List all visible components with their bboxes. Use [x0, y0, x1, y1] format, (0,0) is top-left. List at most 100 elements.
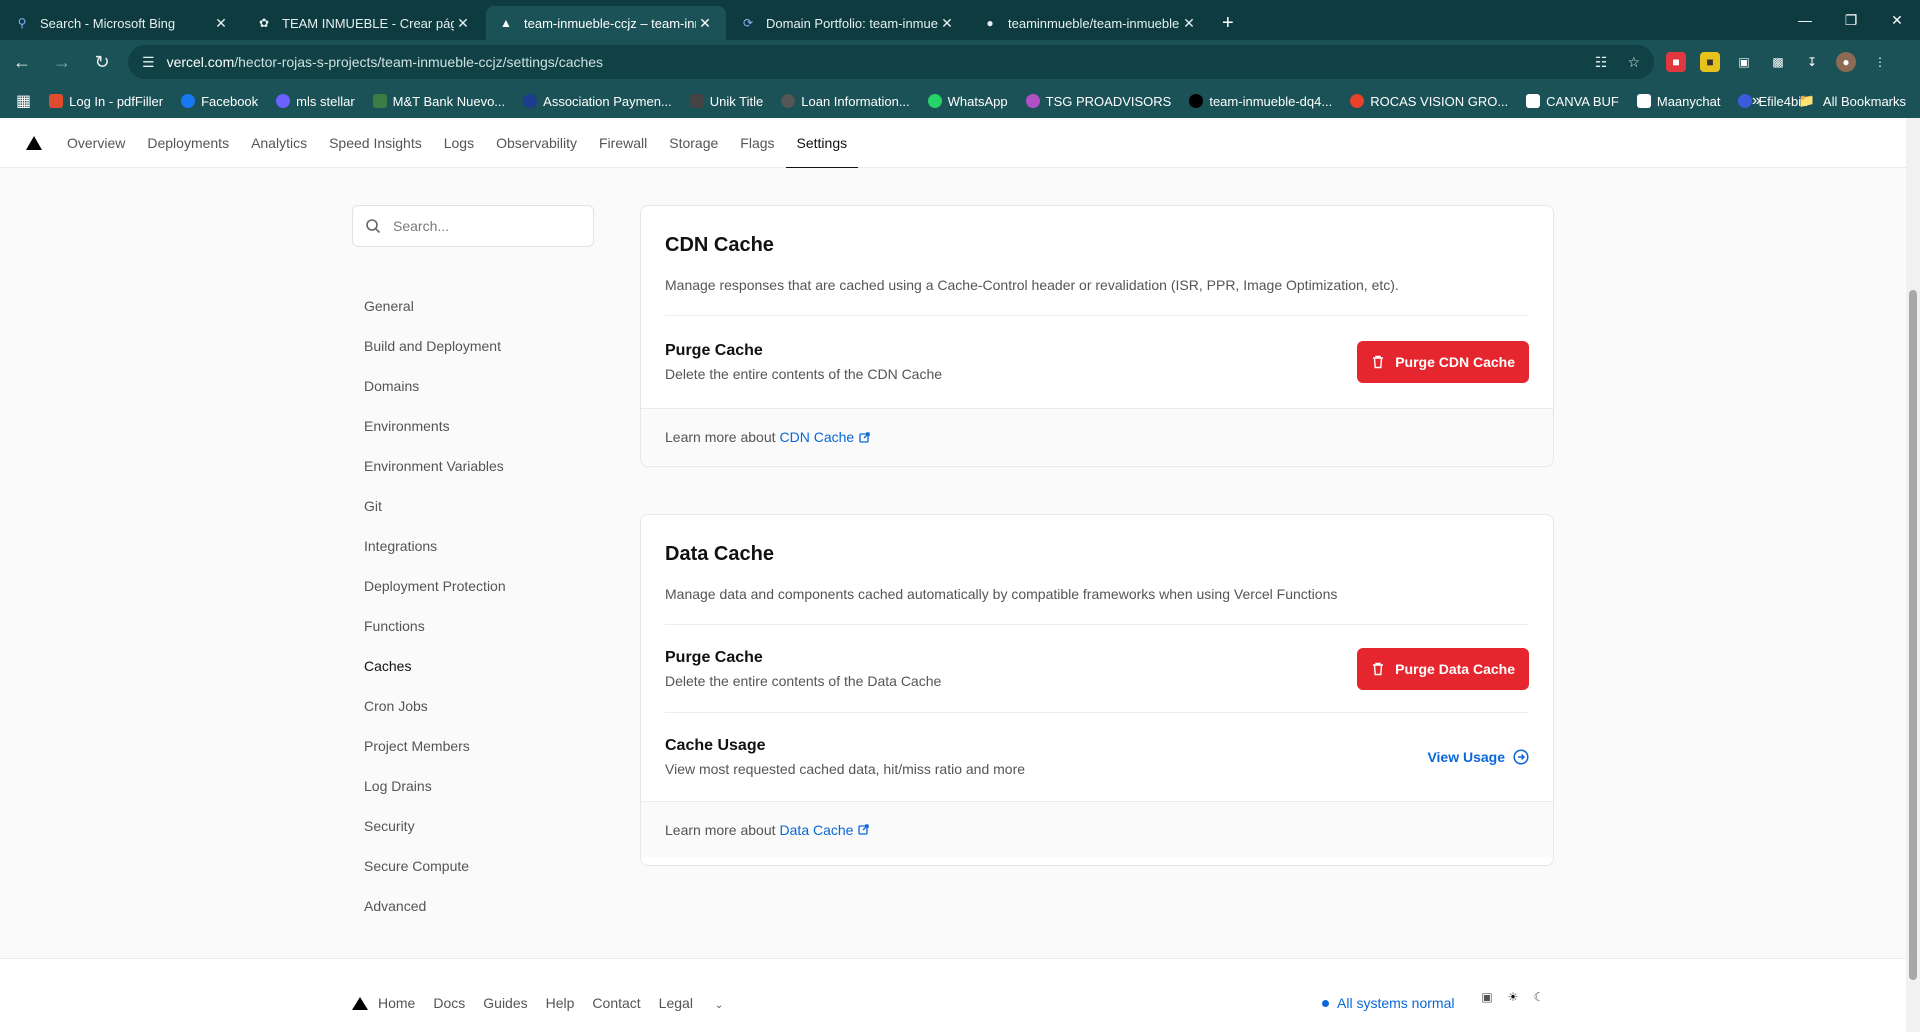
- sidebar-item-environments[interactable]: Environments: [364, 406, 506, 446]
- view-usage-link[interactable]: View Usage: [1427, 749, 1529, 765]
- tab-bing[interactable]: ⚲ Search - Microsoft Bing ✕: [2, 6, 242, 40]
- menu-kebab-icon[interactable]: ⋮: [1870, 52, 1890, 72]
- tab-chatgpt[interactable]: ✿ TEAM INMUEBLE - Crear página ✕: [244, 6, 484, 40]
- site-info-icon[interactable]: ☰: [142, 54, 155, 71]
- light-theme-icon[interactable]: ☀: [1504, 988, 1522, 1006]
- close-icon[interactable]: ✕: [696, 15, 714, 32]
- efile-icon: [1738, 94, 1753, 108]
- bookmark-item[interactable]: Unik Title: [689, 93, 764, 109]
- address-bar[interactable]: ☰ vercel.com /hector-rojas-s-projects/te…: [128, 45, 1654, 79]
- more-bookmarks-icon[interactable]: »: [1752, 92, 1761, 110]
- purge-data-cache-button[interactable]: Purge Data Cache: [1357, 647, 1529, 690]
- vercel-footer-logo-icon[interactable]: [352, 996, 368, 1010]
- bookmark-item[interactable]: team-inmueble-dq4...: [1189, 94, 1332, 109]
- data-cache-docs-link[interactable]: Data Cache: [780, 822, 870, 838]
- purge-cdn-cache-button[interactable]: Purge CDN Cache: [1357, 341, 1529, 383]
- avatar[interactable]: ●: [1836, 52, 1856, 72]
- sidebar-item-project-members[interactable]: Project Members: [364, 726, 506, 766]
- github-icon: ●: [986, 16, 994, 30]
- sidebar-item-cron-jobs[interactable]: Cron Jobs: [364, 686, 506, 726]
- footer-link-docs[interactable]: Docs: [433, 995, 465, 1011]
- tab-speed-insights[interactable]: Speed Insights: [318, 118, 433, 168]
- cdn-cache-docs-link[interactable]: CDN Cache: [780, 429, 871, 445]
- reload-icon[interactable]: ↻: [84, 44, 120, 80]
- close-icon[interactable]: ✕: [938, 15, 956, 32]
- tab-overview[interactable]: Overview: [56, 118, 136, 168]
- download-icon[interactable]: ↧: [1802, 52, 1822, 72]
- tab-logs[interactable]: Logs: [433, 118, 485, 168]
- tab-domain-portfolio[interactable]: ⟳ Domain Portfolio: team-inmueble ✕: [728, 6, 968, 40]
- bookmark-item[interactable]: Maanychat: [1636, 94, 1720, 109]
- tab-storage[interactable]: Storage: [658, 118, 729, 168]
- card-description: Manage responses that are cached using a…: [665, 277, 1399, 293]
- bookmark-label: M&T Bank Nuevo...: [392, 93, 506, 109]
- legal-dropdown[interactable]: Legal ⌄: [659, 995, 742, 1011]
- bookmark-item[interactable]: Log In - pdfFiller: [49, 94, 163, 109]
- footer-link-contact[interactable]: Contact: [592, 995, 640, 1011]
- system-status-link[interactable]: All systems normal: [1322, 995, 1454, 1011]
- extensions-puzzle-icon[interactable]: ▣: [1734, 52, 1754, 72]
- footer-link-guides[interactable]: Guides: [483, 995, 527, 1011]
- restore-icon[interactable]: ❐: [1828, 0, 1874, 40]
- data-cache-card: Data Cache Manage data and components ca…: [640, 514, 1554, 866]
- page-scrollbar[interactable]: [1906, 118, 1920, 1032]
- openai-icon: ✿: [258, 16, 270, 30]
- bookmark-item[interactable]: M&T Bank Nuevo...: [372, 93, 506, 109]
- bookmark-item[interactable]: Facebook: [181, 94, 258, 109]
- footer-link-help[interactable]: Help: [546, 995, 575, 1011]
- sidebar-item-advanced[interactable]: Advanced: [364, 886, 506, 926]
- close-window-icon[interactable]: ✕: [1874, 0, 1920, 40]
- tab-analytics[interactable]: Analytics: [240, 118, 318, 168]
- tab-deployments[interactable]: Deployments: [136, 118, 240, 168]
- tab-vercel[interactable]: ▲ team-inmueble-ccjz – team-inmueble ✕: [486, 6, 726, 40]
- bookmark-item[interactable]: TSG PROADVISORS: [1025, 94, 1171, 109]
- sidebar-item-deployment-protection[interactable]: Deployment Protection: [364, 566, 506, 606]
- tab-flags[interactable]: Flags: [729, 118, 785, 168]
- extension-red-icon[interactable]: ■: [1666, 52, 1686, 72]
- vercel-logo-icon[interactable]: [26, 135, 42, 150]
- tab-settings[interactable]: Settings: [785, 118, 859, 169]
- rocas-icon: [1350, 94, 1365, 108]
- new-tab-button[interactable]: +: [1210, 6, 1246, 40]
- sidebar-item-functions[interactable]: Functions: [364, 606, 506, 646]
- sidebar-item-environment-variables[interactable]: Environment Variables: [364, 446, 506, 486]
- tab-github[interactable]: ● teaminmueble/team-inmueble ✕: [970, 6, 1210, 40]
- sidebar-item-security[interactable]: Security: [364, 806, 506, 846]
- bookmark-star-icon[interactable]: ☆: [1627, 54, 1640, 71]
- settings-search[interactable]: [352, 205, 594, 247]
- system-theme-icon[interactable]: ▣: [1478, 988, 1496, 1006]
- apps-grid-icon[interactable]: ▦: [16, 91, 31, 111]
- bookmark-item[interactable]: ROCAS VISION GRO...: [1350, 94, 1508, 109]
- sidebar-item-git[interactable]: Git: [364, 486, 506, 526]
- sidebar-item-caches[interactable]: Caches: [364, 646, 506, 686]
- bookmark-item[interactable]: Loan Information...: [781, 94, 910, 109]
- sidebar-item-integrations[interactable]: Integrations: [364, 526, 506, 566]
- close-icon[interactable]: ✕: [1180, 15, 1198, 32]
- bookmark-item[interactable]: CANVA BUF: [1526, 94, 1619, 109]
- translate-icon[interactable]: ☷: [1595, 54, 1608, 71]
- sidebar-item-general[interactable]: General: [364, 286, 506, 326]
- sidebar-item-log-drains[interactable]: Log Drains: [364, 766, 506, 806]
- forward-icon[interactable]: →: [44, 44, 80, 80]
- tab-observability[interactable]: Observability: [485, 118, 588, 168]
- minimize-icon[interactable]: —: [1782, 0, 1828, 40]
- close-icon[interactable]: ✕: [212, 15, 230, 32]
- status-dot-icon: [1322, 999, 1329, 1007]
- sidebar-item-secure-compute[interactable]: Secure Compute: [364, 846, 506, 886]
- tab-search-icon[interactable]: ▩: [1768, 52, 1788, 72]
- bookmark-item[interactable]: mls stellar: [276, 94, 355, 109]
- scrollbar-thumb[interactable]: [1909, 290, 1917, 980]
- back-icon[interactable]: ←: [4, 44, 40, 80]
- dark-theme-icon[interactable]: ☾: [1530, 988, 1548, 1006]
- bookmark-label: Unik Title: [709, 93, 764, 109]
- close-icon[interactable]: ✕: [454, 15, 472, 32]
- tab-firewall[interactable]: Firewall: [588, 118, 658, 168]
- search-input[interactable]: [393, 218, 573, 234]
- all-bookmarks[interactable]: All Bookmarks: [1823, 94, 1906, 109]
- sidebar-item-domains[interactable]: Domains: [364, 366, 506, 406]
- footer-link-home[interactable]: Home: [378, 995, 415, 1011]
- sidebar-item-build-and-deployment[interactable]: Build and Deployment: [364, 326, 506, 366]
- extension-yellow-icon[interactable]: ■: [1700, 52, 1720, 72]
- bookmark-item[interactable]: Association Paymen...: [523, 94, 672, 109]
- bookmark-item[interactable]: WhatsApp: [927, 94, 1008, 109]
